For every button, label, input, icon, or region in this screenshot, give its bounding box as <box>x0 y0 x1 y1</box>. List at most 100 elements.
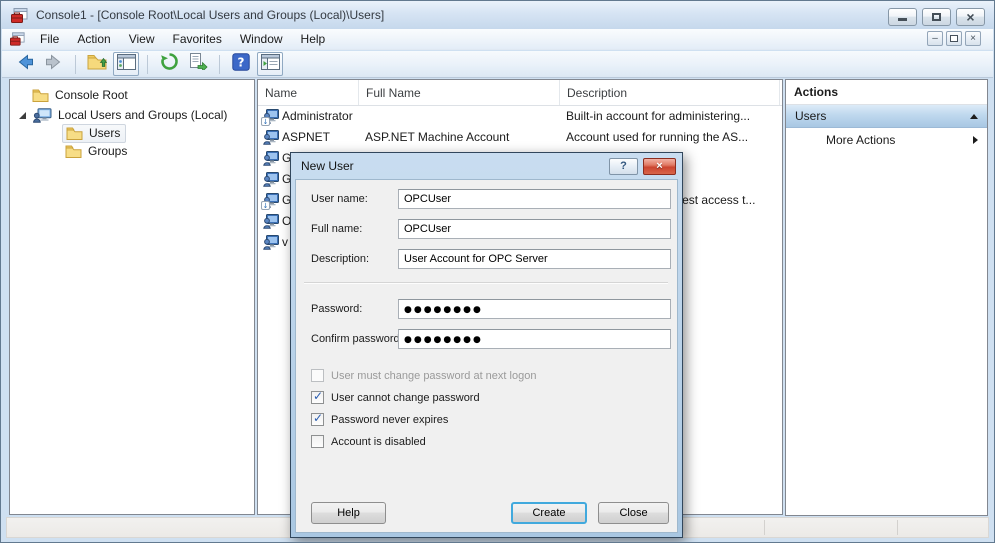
expander-icon[interactable] <box>19 112 26 119</box>
minimize-button[interactable] <box>888 8 917 26</box>
description-label: Description: <box>311 253 369 265</box>
list-row-aspnet[interactable]: ASPNET ASP.NET Machine Account Account u… <box>258 127 782 148</box>
folder-icon <box>65 144 82 158</box>
console-icon <box>11 8 28 23</box>
column-header-name[interactable]: Name <box>258 80 359 105</box>
mmc-window: Console1 - [Console Root\Local Users and… <box>0 0 995 543</box>
dialog-help-button[interactable]: ? <box>609 158 638 175</box>
window-title: Console1 - [Console Root\Local Users and… <box>36 8 384 22</box>
checkbox-checked-icon[interactable] <box>311 413 324 426</box>
tree-item-label: Groups <box>88 144 127 158</box>
dialog-close-button[interactable]: × <box>643 158 676 175</box>
full-name-field[interactable] <box>398 219 671 239</box>
toolbar-separator <box>219 55 220 74</box>
toolbar-separator <box>147 55 148 74</box>
menu-item-favorites[interactable]: Favorites <box>164 30 231 48</box>
tree-item-users[interactable]: Users <box>62 124 126 142</box>
cell-name: ASPNET <box>282 130 330 144</box>
up-one-level-button[interactable] <box>84 52 110 76</box>
checkbox-cannot-change-password[interactable]: User cannot change password <box>311 391 480 404</box>
cell-name: Administrator <box>282 109 353 123</box>
back-icon <box>15 52 35 77</box>
forward-icon <box>44 52 64 77</box>
actions-group-label: Users <box>795 109 826 123</box>
minimize-icon <box>898 18 907 21</box>
selected-tree-item: Users <box>62 124 126 143</box>
more-actions-label: More Actions <box>826 133 895 147</box>
child-close-button[interactable]: × <box>965 31 981 46</box>
menu-item-window[interactable]: Window <box>231 30 292 48</box>
checkbox-label: Password never expires <box>331 414 448 426</box>
refresh-button[interactable] <box>156 52 182 76</box>
tree-item-console-root[interactable]: Console Root <box>32 86 128 104</box>
help-button[interactable]: ? <box>228 52 254 76</box>
forward-button[interactable] <box>41 52 67 76</box>
checkbox-icon[interactable] <box>311 435 324 448</box>
tree-item-local-users-groups[interactable]: Local Users and Groups (Local) <box>19 106 227 124</box>
export-list-button[interactable] <box>185 52 211 76</box>
child-minimize-button[interactable]: – <box>927 31 943 46</box>
toolbar-separator <box>75 55 76 74</box>
folder-icon <box>66 126 83 140</box>
password-label: Password: <box>311 303 362 315</box>
new-window-icon <box>261 54 280 75</box>
menu-item-view[interactable]: View <box>120 30 164 48</box>
caption-buttons: × <box>888 8 985 26</box>
back-button[interactable] <box>12 52 38 76</box>
user-icon <box>263 214 279 229</box>
computer-users-icon <box>33 108 52 123</box>
submenu-arrow-icon <box>973 136 978 144</box>
user-icon <box>263 130 279 145</box>
close-button[interactable]: × <box>956 8 985 26</box>
tree-item-groups[interactable]: Groups <box>65 142 127 160</box>
create-button[interactable]: Create <box>511 502 587 524</box>
dialog-titlebar[interactable]: New User ? × <box>291 153 682 179</box>
collapse-icon[interactable] <box>970 114 978 119</box>
svg-text:?: ? <box>238 55 245 69</box>
export-list-icon <box>188 53 208 75</box>
maximize-button[interactable] <box>922 8 951 26</box>
tree-item-label: Local Users and Groups (Local) <box>58 108 227 122</box>
status-bar-divider <box>897 520 898 535</box>
child-close-icon: × <box>970 34 976 44</box>
menu-item-file[interactable]: File <box>31 30 68 48</box>
menu-item-action[interactable]: Action <box>68 30 119 48</box>
user-icon <box>263 172 279 187</box>
show-console-tree-button[interactable] <box>113 52 139 76</box>
checkbox-password-never-expires[interactable]: Password never expires <box>311 413 448 426</box>
user-icon <box>263 235 279 250</box>
checkbox-must-change-password: User must change password at next logon <box>311 369 536 382</box>
help-icon: ? <box>620 160 627 172</box>
dialog-body: User name: Full name: Description: Passw… <box>295 179 678 533</box>
user-name-field[interactable] <box>398 189 671 209</box>
mdi-child-buttons: – × <box>927 31 981 46</box>
user-icon <box>263 151 279 166</box>
actions-group-users[interactable]: Users <box>786 105 987 128</box>
close-icon: × <box>656 160 662 172</box>
confirm-password-field[interactable] <box>398 329 671 349</box>
cell-full-name: ASP.NET Machine Account <box>365 130 509 144</box>
folder-icon <box>32 88 49 102</box>
description-field[interactable] <box>398 249 671 269</box>
checkbox-account-disabled[interactable]: Account is disabled <box>311 435 426 448</box>
checkbox-label: User cannot change password <box>331 392 480 404</box>
password-field[interactable] <box>398 299 671 319</box>
child-restore-button[interactable] <box>946 31 962 46</box>
column-header-description[interactable]: Description <box>560 80 780 105</box>
dialog-title: New User <box>301 159 609 173</box>
new-user-dialog: New User ? × User name: Full name: Descr… <box>290 152 683 538</box>
up-folder-icon <box>87 53 107 76</box>
more-actions-item[interactable]: More Actions <box>786 128 987 151</box>
cell-description: Account used for running the AS... <box>566 130 782 144</box>
column-header-full-name[interactable]: Full Name <box>359 80 560 105</box>
menu-item-help[interactable]: Help <box>292 30 335 48</box>
list-row-administrator[interactable]: ↓ Administrator Built-in account for adm… <box>258 106 782 127</box>
checkbox-checked-icon[interactable] <box>311 391 324 404</box>
new-window-button[interactable] <box>257 52 283 76</box>
close-dialog-button[interactable]: Close <box>598 502 669 524</box>
account-disabled-badge-icon: ↓ <box>261 117 270 126</box>
list-column-headers: Name Full Name Description <box>258 80 782 106</box>
cell-name: v <box>282 235 288 249</box>
help-button[interactable]: Help <box>311 502 386 524</box>
child-restore-icon <box>950 35 958 42</box>
